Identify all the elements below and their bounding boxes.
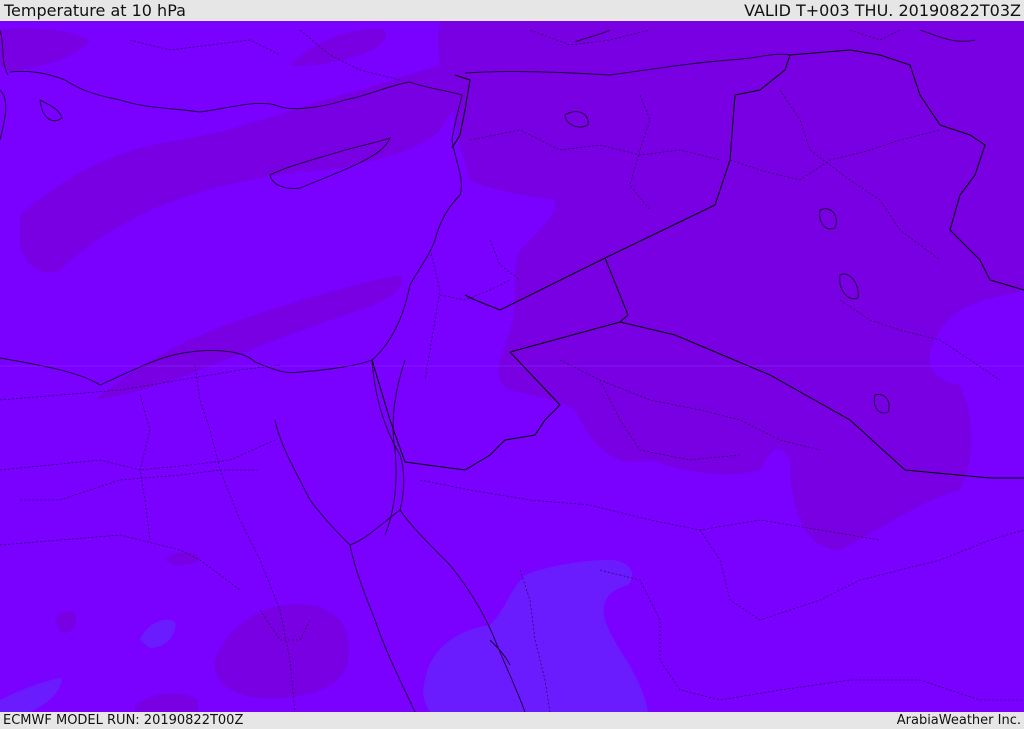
map-title: Temperature at 10 hPa (4, 1, 186, 20)
credit: ArabiaWeather Inc. (896, 713, 1021, 728)
header-bar: Temperature at 10 hPa VALID T+003 THU. 2… (0, 0, 1024, 21)
temperature-map[interactable] (0, 21, 1024, 712)
map-canvas (0, 21, 1024, 712)
footer-bar: ECMWF MODEL RUN: 20190822T00Z ArabiaWeat… (0, 712, 1024, 729)
valid-time: VALID T+003 THU. 20190822T03Z (744, 1, 1021, 20)
model-run: ECMWF MODEL RUN: 20190822T00Z (3, 713, 244, 728)
